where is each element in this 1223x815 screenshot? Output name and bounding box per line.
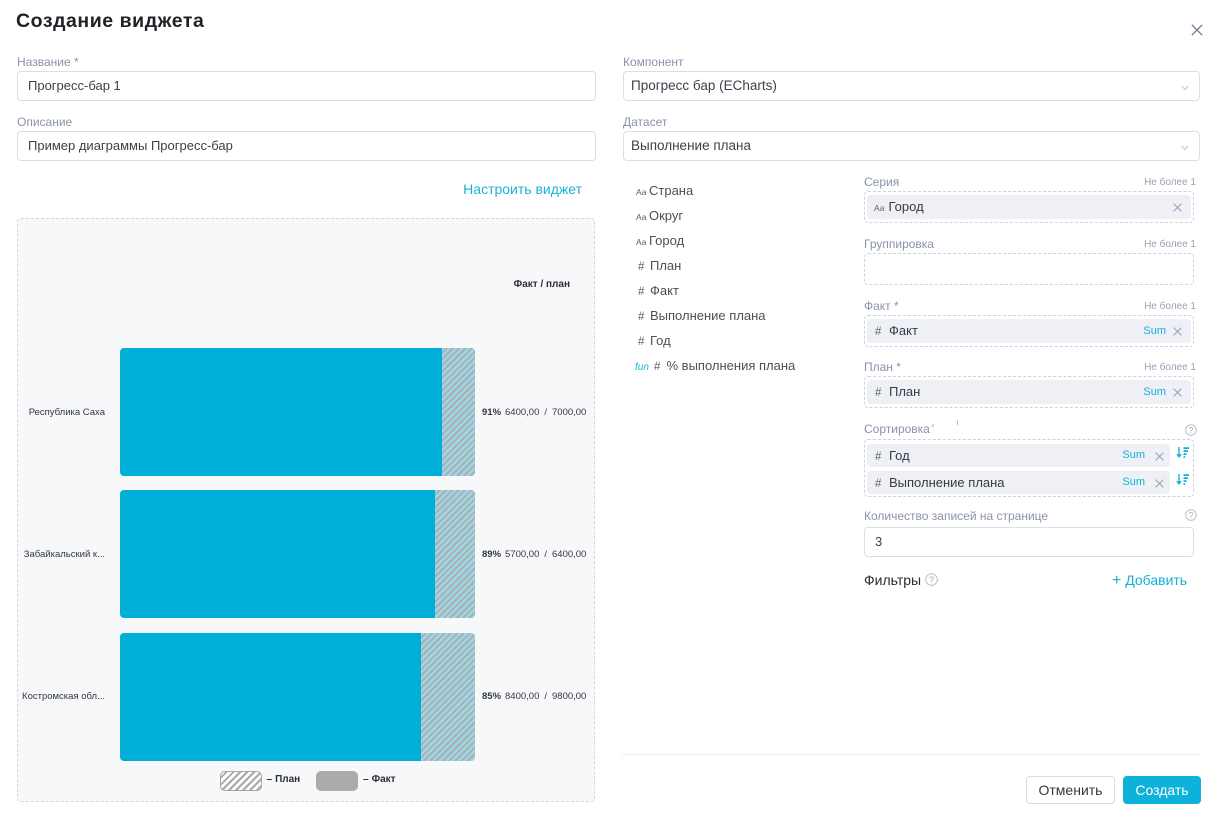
svg-text:?: ?	[929, 575, 934, 585]
svg-text:?: ?	[1189, 426, 1194, 435]
svg-text:?: ?	[1189, 511, 1194, 520]
